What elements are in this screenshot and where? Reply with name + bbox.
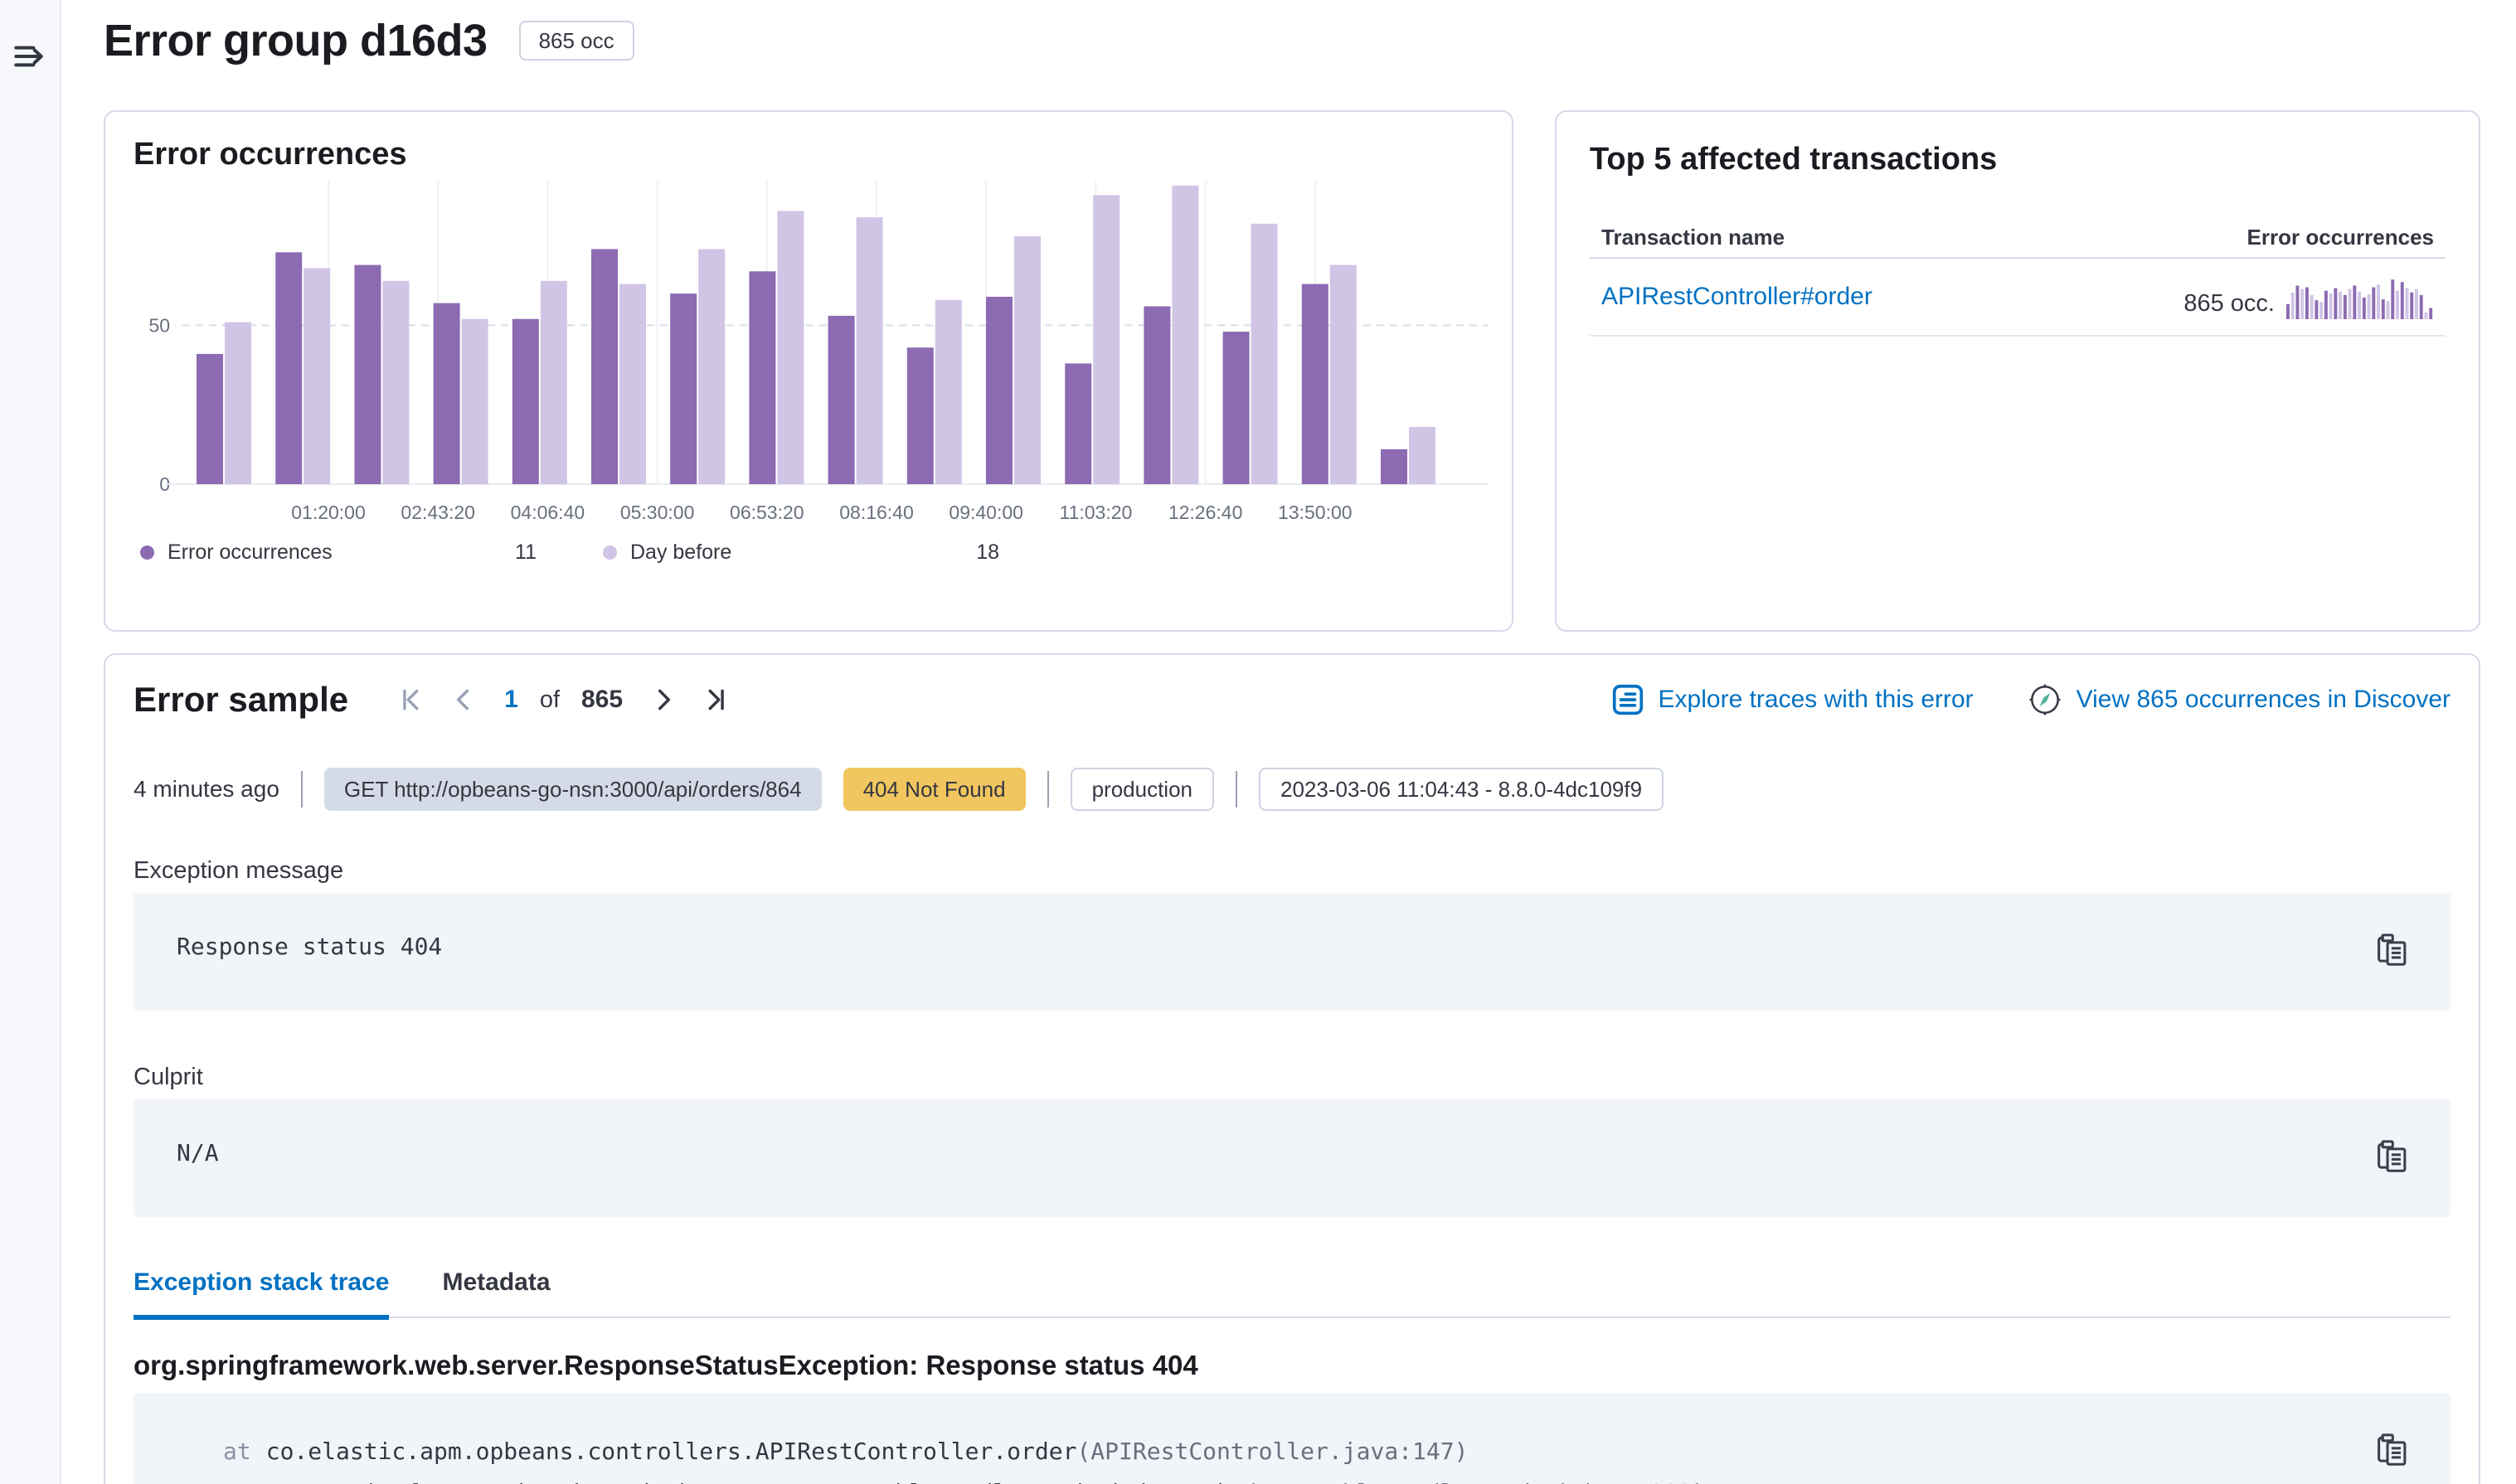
timestamp-version-badge: 2023-03-06 11:04:43 - 8.8.0-4dc109f9: [1259, 768, 1664, 811]
chevron-left-icon: [449, 686, 477, 714]
error-sample-title: Error sample: [134, 680, 348, 720]
svg-text:04:06:40: 04:06:40: [511, 502, 585, 523]
separator: [301, 771, 303, 807]
frame-function: co.elastic.apm.opbeans.controllers.APIRe…: [266, 1438, 1077, 1465]
svg-text:12:26:40: 12:26:40: [1168, 502, 1243, 523]
error-occurrences-panel: Error occurrences 01:20:00 02:43:20 04:06:…: [104, 110, 1513, 632]
current-page-number: 1: [504, 686, 518, 714]
error-sample-panel: Error sample 1 of 865: [104, 653, 2480, 1484]
legend-label: Error occurrences: [168, 541, 333, 565]
frame-at-keyword: at: [223, 1479, 251, 1484]
next-page-button[interactable]: [649, 685, 679, 715]
occurrences-value: 865 occ.: [2183, 290, 2275, 321]
tab-exception-stack-trace[interactable]: Exception stack trace: [134, 1268, 389, 1320]
copy-icon[interactable]: [2374, 931, 2412, 972]
svg-text:13:50:00: 13:50:00: [1278, 502, 1353, 523]
top-affected-transactions-panel: Top 5 affected transactions Transaction …: [1555, 110, 2480, 632]
discover-compass-icon: [2027, 681, 2063, 718]
frame-location: (InvocableHandlerMethod.java:209): [1245, 1479, 1706, 1484]
legend-value: 18: [976, 541, 999, 565]
frame-function: org.springframework.web.method.support.I…: [266, 1479, 1245, 1484]
svg-text:02:43:20: 02:43:20: [401, 502, 475, 523]
sample-age: 4 minutes ago: [134, 776, 279, 803]
svg-text:09:40:00: 09:40:00: [949, 502, 1023, 523]
view-in-discover-label: View 865 occurrences in Discover: [2076, 686, 2450, 714]
stack-frame: at co.elastic.apm.opbeans.controllers.API…: [177, 1431, 2407, 1472]
exception-message-block: Response status 404: [134, 893, 2450, 1011]
http-status-badge: 404 Not Found: [843, 768, 1026, 811]
last-page-button[interactable]: [701, 685, 731, 715]
svg-text:05:30:00: 05:30:00: [620, 502, 695, 523]
error-occurrences-bar-chart: 01:20:00 02:43:20 04:06:40 05:30:00 06:53:20…: [105, 176, 1515, 524]
legend-item-day-before[interactable]: Day before 18: [603, 541, 999, 565]
column-header-transaction-name: Transaction name: [1601, 225, 1785, 250]
stack-trace-block: at co.elastic.apm.opbeans.controllers.API…: [134, 1393, 2450, 1484]
table-row: APIRestController#order 865 occ.: [1590, 259, 2446, 337]
menu-right-icon: [12, 37, 51, 75]
chevron-right-icon: [650, 686, 678, 714]
legend-dot-day-before: [603, 546, 617, 560]
inspect-icon: [1610, 682, 1645, 717]
transaction-link[interactable]: APIRestController#order: [1601, 283, 1872, 311]
exception-message-label: Exception message: [134, 857, 2450, 885]
page-title: Error group d16d3: [104, 15, 488, 66]
transactions-table-header: Transaction name Error occurrences: [1590, 217, 2446, 257]
sample-meta-row: 4 minutes ago GET http://opbeans-go-nsn:…: [134, 768, 2450, 811]
occurrences-sparkline: [2286, 273, 2434, 321]
copy-icon[interactable]: [2374, 1137, 2412, 1179]
exception-message-value: Response status 404: [177, 933, 442, 960]
legend-item-error-occurrences[interactable]: Error occurrences 11: [140, 541, 537, 565]
first-page-icon: [397, 686, 425, 714]
chart-legend: Error occurrences 11 Day before 18: [140, 541, 1512, 565]
stack-frame: at org.springframework.web.method.support…: [177, 1472, 2407, 1484]
culprit-block: N/A: [134, 1099, 2450, 1217]
environment-badge: production: [1071, 768, 1214, 811]
row-occurrences-cell: 865 occ.: [2183, 273, 2434, 321]
column-header-error-occurrences: Error occurrences: [2247, 225, 2434, 250]
culprit-label: Culprit: [134, 1064, 2450, 1091]
separator: [1236, 771, 1237, 807]
svg-text:01:20:00: 01:20:00: [291, 502, 366, 523]
view-in-discover-link[interactable]: View 865 occurrences in Discover: [2027, 681, 2450, 718]
separator: [1047, 771, 1049, 807]
error-sample-header: Error sample 1 of 865: [134, 680, 2450, 720]
svg-text:50: 50: [148, 314, 170, 336]
http-request-badge: GET http://opbeans-go-nsn:3000/api/order…: [324, 768, 822, 811]
exception-heading: org.springframework.web.server.ResponseS…: [134, 1350, 2450, 1381]
copy-icon[interactable]: [2374, 1431, 2412, 1472]
culprit-value: N/A: [177, 1139, 219, 1166]
chart-panel-title: Error occurrences: [105, 137, 1512, 172]
explore-traces-label: Explore traces with this error: [1659, 686, 1974, 714]
frame-location: (APIRestController.java:147): [1076, 1438, 1468, 1465]
legend-value: 11: [515, 541, 537, 565]
svg-text:08:16:40: 08:16:40: [839, 502, 914, 523]
expand-menu-button[interactable]: [12, 36, 51, 76]
svg-text:11:03:20: 11:03:20: [1059, 502, 1132, 523]
sample-pagination: 1 of 865: [396, 685, 731, 715]
legend-label: Day before: [630, 541, 731, 565]
legend-dot-error-occurrences: [140, 546, 154, 560]
sample-tabs: Exception stack trace Metadata: [134, 1268, 2450, 1318]
svg-text:06:53:20: 06:53:20: [730, 502, 804, 523]
apm-error-group-page: Error group d16d3 865 occ Error occurren…: [0, 0, 2516, 1484]
sample-header-links: Explore traces with this error View 865 …: [1610, 681, 2450, 718]
occurrences-count-badge: 865 occ: [519, 21, 634, 61]
first-page-button[interactable]: [396, 685, 426, 715]
collapsed-nav-rail: [0, 0, 61, 1484]
previous-page-button[interactable]: [448, 685, 478, 715]
last-page-icon: [702, 686, 730, 714]
page-header: Error group d16d3 865 occ: [104, 15, 634, 66]
transactions-table: Transaction name Error occurrences APIRe…: [1590, 217, 2446, 337]
frame-at-keyword: at: [223, 1438, 251, 1465]
explore-traces-link[interactable]: Explore traces with this error: [1610, 682, 1974, 717]
pagination-of-label: of: [540, 686, 560, 714]
pagination-total: 865: [581, 686, 623, 714]
top5-panel-title: Top 5 affected transactions: [1590, 142, 2446, 177]
tab-metadata[interactable]: Metadata: [442, 1268, 550, 1317]
